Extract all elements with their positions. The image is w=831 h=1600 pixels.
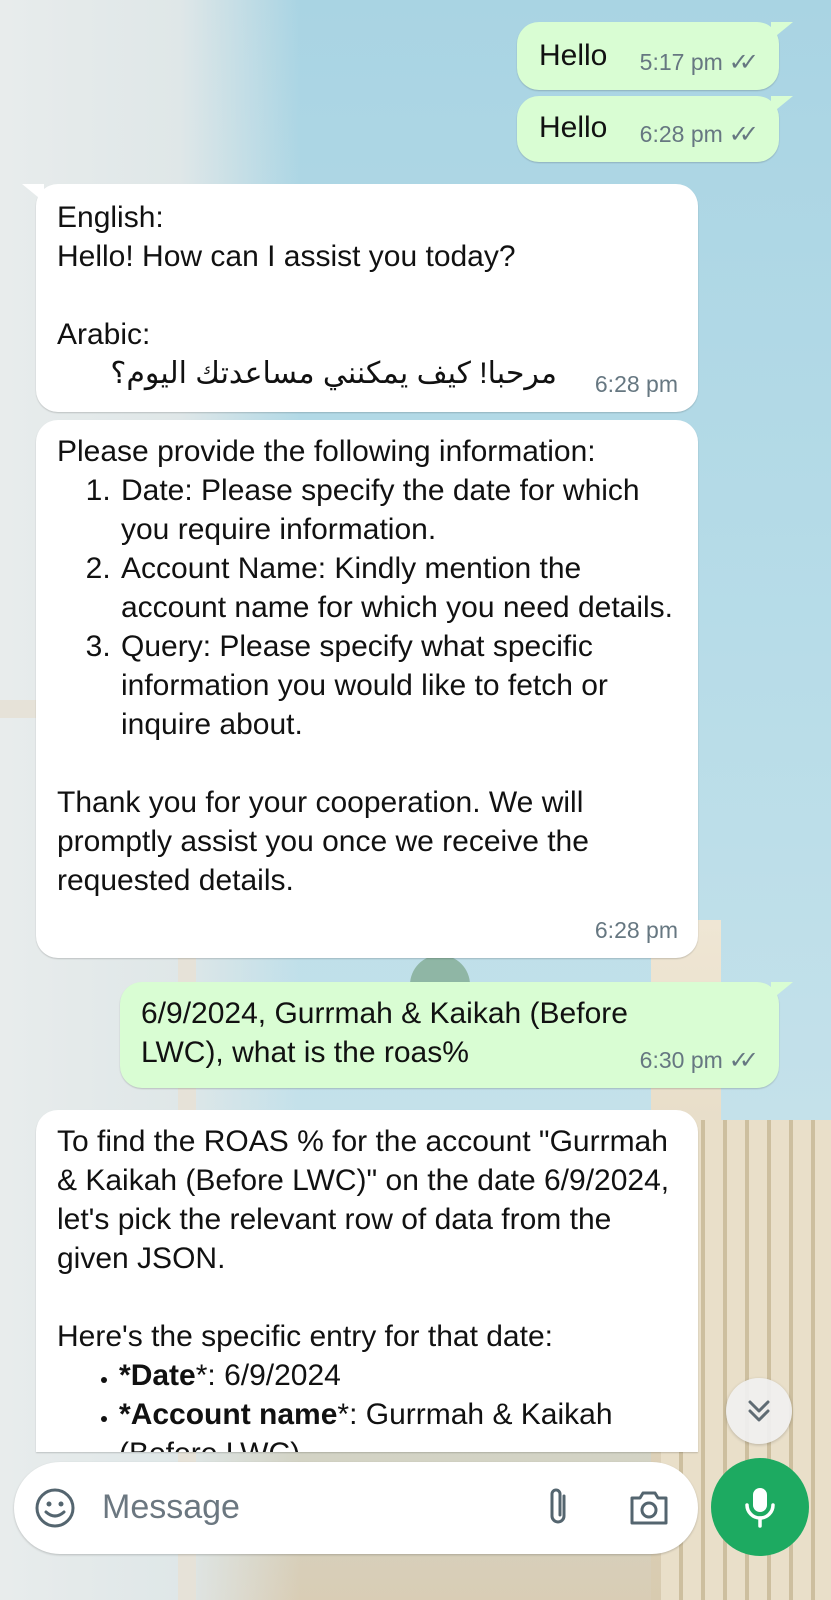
double-check-icon: ✓✓ [728,49,759,76]
message-time: 6:30 pm [639,1047,723,1073]
double-chevron-down-icon [748,1400,770,1422]
message-text: Hello [539,39,608,72]
emoji-icon[interactable] [34,1487,76,1529]
message-time: 6:28 pm [639,121,723,147]
message-list[interactable]: Hello 5:17 pm ✓✓ Hello 6:28 pm ✓✓ Englis… [0,0,831,1600]
voice-message-button[interactable] [711,1458,809,1556]
message-line: Arabic: [57,318,151,351]
message-text: Hello [539,111,608,144]
scroll-to-bottom-button[interactable] [726,1378,792,1444]
message-time: 6:28 pm [594,917,678,943]
message-time: 6:28 pm [594,371,678,397]
outgoing-message[interactable]: 6/9/2024, Gurrmah & Kaikah (Before LWC),… [120,982,793,1088]
numbered-list: Date: Please specify the date for which … [57,471,687,744]
message-time: 5:17 pm [639,49,723,75]
incoming-message[interactable]: Please provide the following information… [36,420,698,958]
message-line: Thank you for your cooperation. We will … [57,786,589,897]
message-meta: 6:28 pm [595,911,678,950]
bullet-list: *Date*: 6/9/2024 *Account name*: Gurrmah… [57,1356,677,1452]
message-line: English: [57,201,164,234]
paperclip-icon[interactable] [538,1486,578,1530]
camera-icon[interactable] [626,1486,672,1530]
message-meta: 6:28 pm [595,365,678,404]
outgoing-message[interactable]: Hello 5:17 pm ✓✓ [517,22,793,90]
message-meta: 6:28 pm ✓✓ [640,115,759,154]
incoming-message[interactable]: English: Hello! How can I assist you tod… [22,184,698,412]
incoming-message[interactable]: To find the ROAS % for the account "Gurr… [36,1110,698,1452]
message-line: Here's the specific entry for that date: [57,1320,553,1353]
message-line: Hello! How can I assist you today? [57,240,516,273]
message-text: 6/9/2024, Gurrmah & Kaikah (Before LWC),… [141,997,628,1069]
message-composer[interactable]: Message [14,1462,698,1554]
microphone-icon [745,1488,775,1528]
list-item: Date: Please specify the date for which … [119,471,687,549]
list-item: Query: Please specify what specific info… [119,627,687,744]
double-check-icon: ✓✓ [728,1047,759,1074]
message-line: Please provide the following information… [57,435,596,468]
message-line [57,276,677,315]
message-meta: 5:17 pm ✓✓ [640,43,759,82]
list-item: *Account name*: Gurrmah & Kaikah (Before… [119,1395,677,1452]
message-meta: 6:30 pm ✓✓ [640,1041,759,1080]
message-input[interactable]: Message [102,1488,240,1527]
arabic-text: مرحبا! كيف يمكنني مساعدتك اليوم؟ [110,357,557,390]
list-item: Account Name: Kindly mention the account… [119,549,687,627]
double-check-icon: ✓✓ [728,121,759,148]
message-line: To find the ROAS % for the account "Gurr… [57,1125,670,1275]
list-item: *Date*: 6/9/2024 [119,1356,677,1395]
outgoing-message[interactable]: Hello 6:28 pm ✓✓ [517,96,793,162]
